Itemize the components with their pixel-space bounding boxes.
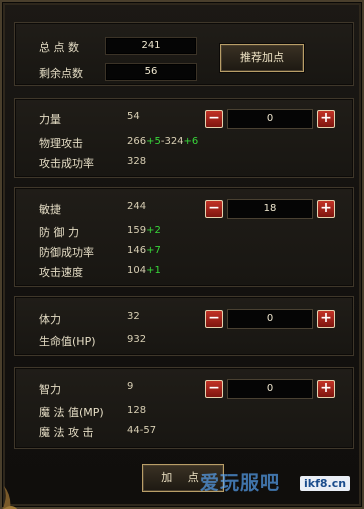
mp-label: 魔 法 值(MP) [39, 406, 104, 419]
attack-success-value: 328 [127, 156, 147, 167]
agility-label: 敏捷 [39, 203, 61, 216]
agility-value: 244 [127, 201, 147, 212]
strength-label: 力量 [39, 113, 61, 126]
vitality-value: 32 [127, 311, 140, 322]
mp-value: 128 [127, 405, 147, 416]
physical-attack-label: 物理攻击 [39, 137, 83, 150]
vitality-label: 体力 [39, 313, 61, 326]
remaining-points-label: 剩余点数 [39, 67, 83, 80]
attack-success-label: 攻击成功率 [39, 157, 94, 170]
intelligence-plus-button[interactable]: + [317, 380, 335, 398]
intelligence-panel: 智力 9 − 0 + 魔 法 值(MP) 128 魔 法 攻 击 44-57 [14, 367, 354, 449]
strength-value: 54 [127, 111, 140, 122]
strength-minus-button[interactable]: − [205, 110, 223, 128]
total-points-value: 241 [105, 37, 197, 55]
agility-allocator: − 18 + [205, 199, 335, 219]
magic-attack-value: 44-57 [127, 425, 157, 436]
attack-speed-label: 攻击速度 [39, 266, 83, 279]
remaining-points-value: 56 [105, 63, 197, 81]
agility-minus-button[interactable]: − [205, 200, 223, 218]
vitality-allocator: − 0 + [205, 309, 335, 329]
defense-success-label: 防御成功率 [39, 246, 94, 259]
physical-attack-value: 266+5-324+6 [127, 136, 199, 147]
intelligence-minus-button[interactable]: − [205, 380, 223, 398]
watermark-logo: 爱玩服吧 ikf8.cn [200, 468, 360, 498]
strength-alloc-input[interactable]: 0 [227, 109, 313, 129]
magic-attack-label: 魔 法 攻 击 [39, 426, 94, 439]
attack-speed-value: 104+1 [127, 265, 161, 276]
hp-label: 生命值(HP) [39, 335, 96, 348]
agility-alloc-input[interactable]: 18 [227, 199, 313, 219]
defense-label: 防 御 力 [39, 226, 79, 239]
ornament-corner-icon [2, 486, 18, 509]
defense-success-value: 146+7 [127, 245, 161, 256]
strength-plus-button[interactable]: + [317, 110, 335, 128]
vitality-panel: 体力 32 − 0 + 生命值(HP) 932 [14, 296, 354, 356]
intelligence-allocator: − 0 + [205, 379, 335, 399]
vitality-minus-button[interactable]: − [205, 310, 223, 328]
attribute-window: 总 点 数 241 剩余点数 56 推荐加点 力量 54 − 0 + 物理攻击 … [0, 0, 364, 509]
agility-panel: 敏捷 244 − 18 + 防 御 力 159+2 防御成功率 146+7 攻击… [14, 187, 354, 287]
vitality-alloc-input[interactable]: 0 [227, 309, 313, 329]
intelligence-label: 智力 [39, 383, 61, 396]
vitality-plus-button[interactable]: + [317, 310, 335, 328]
intelligence-value: 9 [127, 381, 134, 392]
strength-allocator: − 0 + [205, 109, 335, 129]
intelligence-alloc-input[interactable]: 0 [227, 379, 313, 399]
strength-panel: 力量 54 − 0 + 物理攻击 266+5-324+6 攻击成功率 328 [14, 98, 354, 178]
agility-plus-button[interactable]: + [317, 200, 335, 218]
recommend-points-button[interactable]: 推荐加点 [220, 44, 304, 72]
total-points-label: 总 点 数 [39, 41, 79, 54]
hp-value: 932 [127, 334, 147, 345]
defense-value: 159+2 [127, 225, 161, 236]
